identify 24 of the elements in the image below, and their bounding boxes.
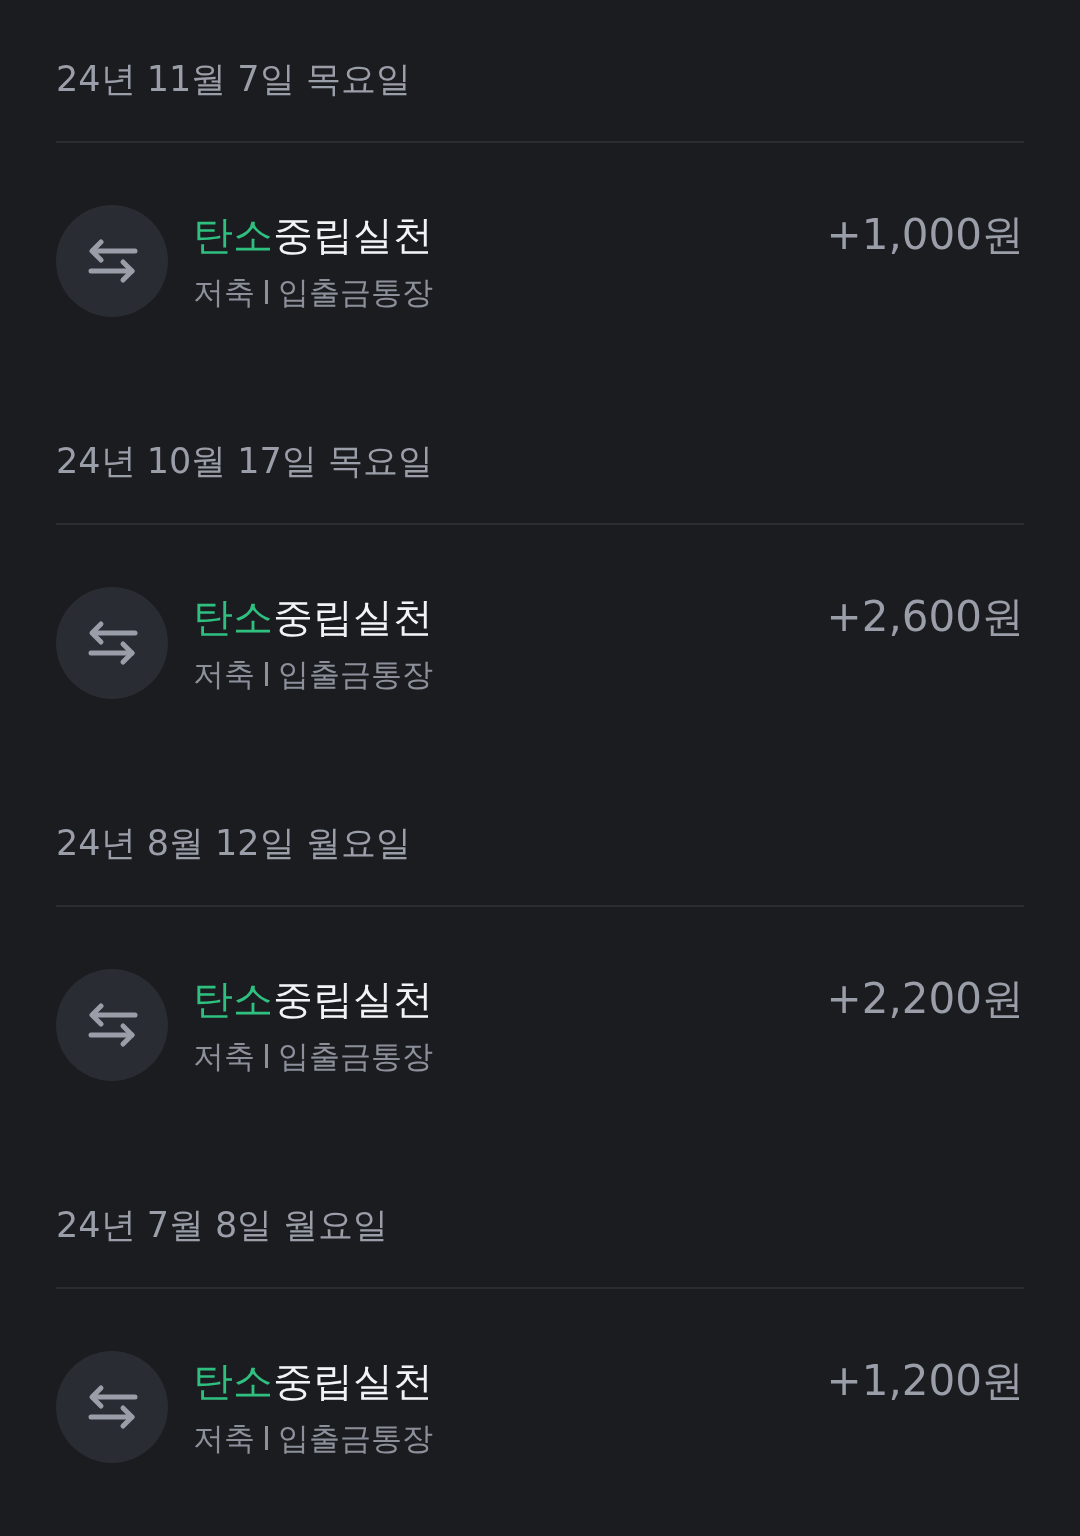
date-header: 24년 7월 8일 월요일 <box>56 1204 389 1246</box>
amount-label: +1,200원 <box>826 1355 1024 1405</box>
transaction-title: 탄소중립실천 <box>193 593 433 641</box>
category-label: 저축 <box>193 655 255 694</box>
account-label: 입출금통장 <box>278 1419 433 1458</box>
transaction-title: 탄소중립실천 <box>193 1357 433 1405</box>
amount-label: +1,000원 <box>826 209 1024 259</box>
date-header: 24년 8월 12일 월요일 <box>56 822 411 864</box>
transfer-arrows-icon <box>56 969 168 1081</box>
amount-label: +2,600원 <box>826 591 1024 641</box>
category-label: 저축 <box>193 1419 255 1458</box>
transaction-title: 탄소중립실천 <box>193 975 433 1023</box>
transaction-title: 탄소중립실천 <box>193 211 433 259</box>
transfer-arrows-icon <box>56 1351 168 1463</box>
transfer-arrows-icon <box>56 587 168 699</box>
amount-label: +2,200원 <box>826 973 1024 1023</box>
account-label: 입출금통장 <box>278 1037 433 1076</box>
transfer-arrows-icon <box>56 205 168 317</box>
account-label: 입출금통장 <box>278 655 433 694</box>
category-label: 저축 <box>193 273 255 312</box>
date-header: 24년 11월 7일 목요일 <box>56 58 411 100</box>
category-label: 저축 <box>193 1037 255 1076</box>
date-header: 24년 10월 17일 목요일 <box>56 440 433 482</box>
account-label: 입출금통장 <box>278 273 433 312</box>
